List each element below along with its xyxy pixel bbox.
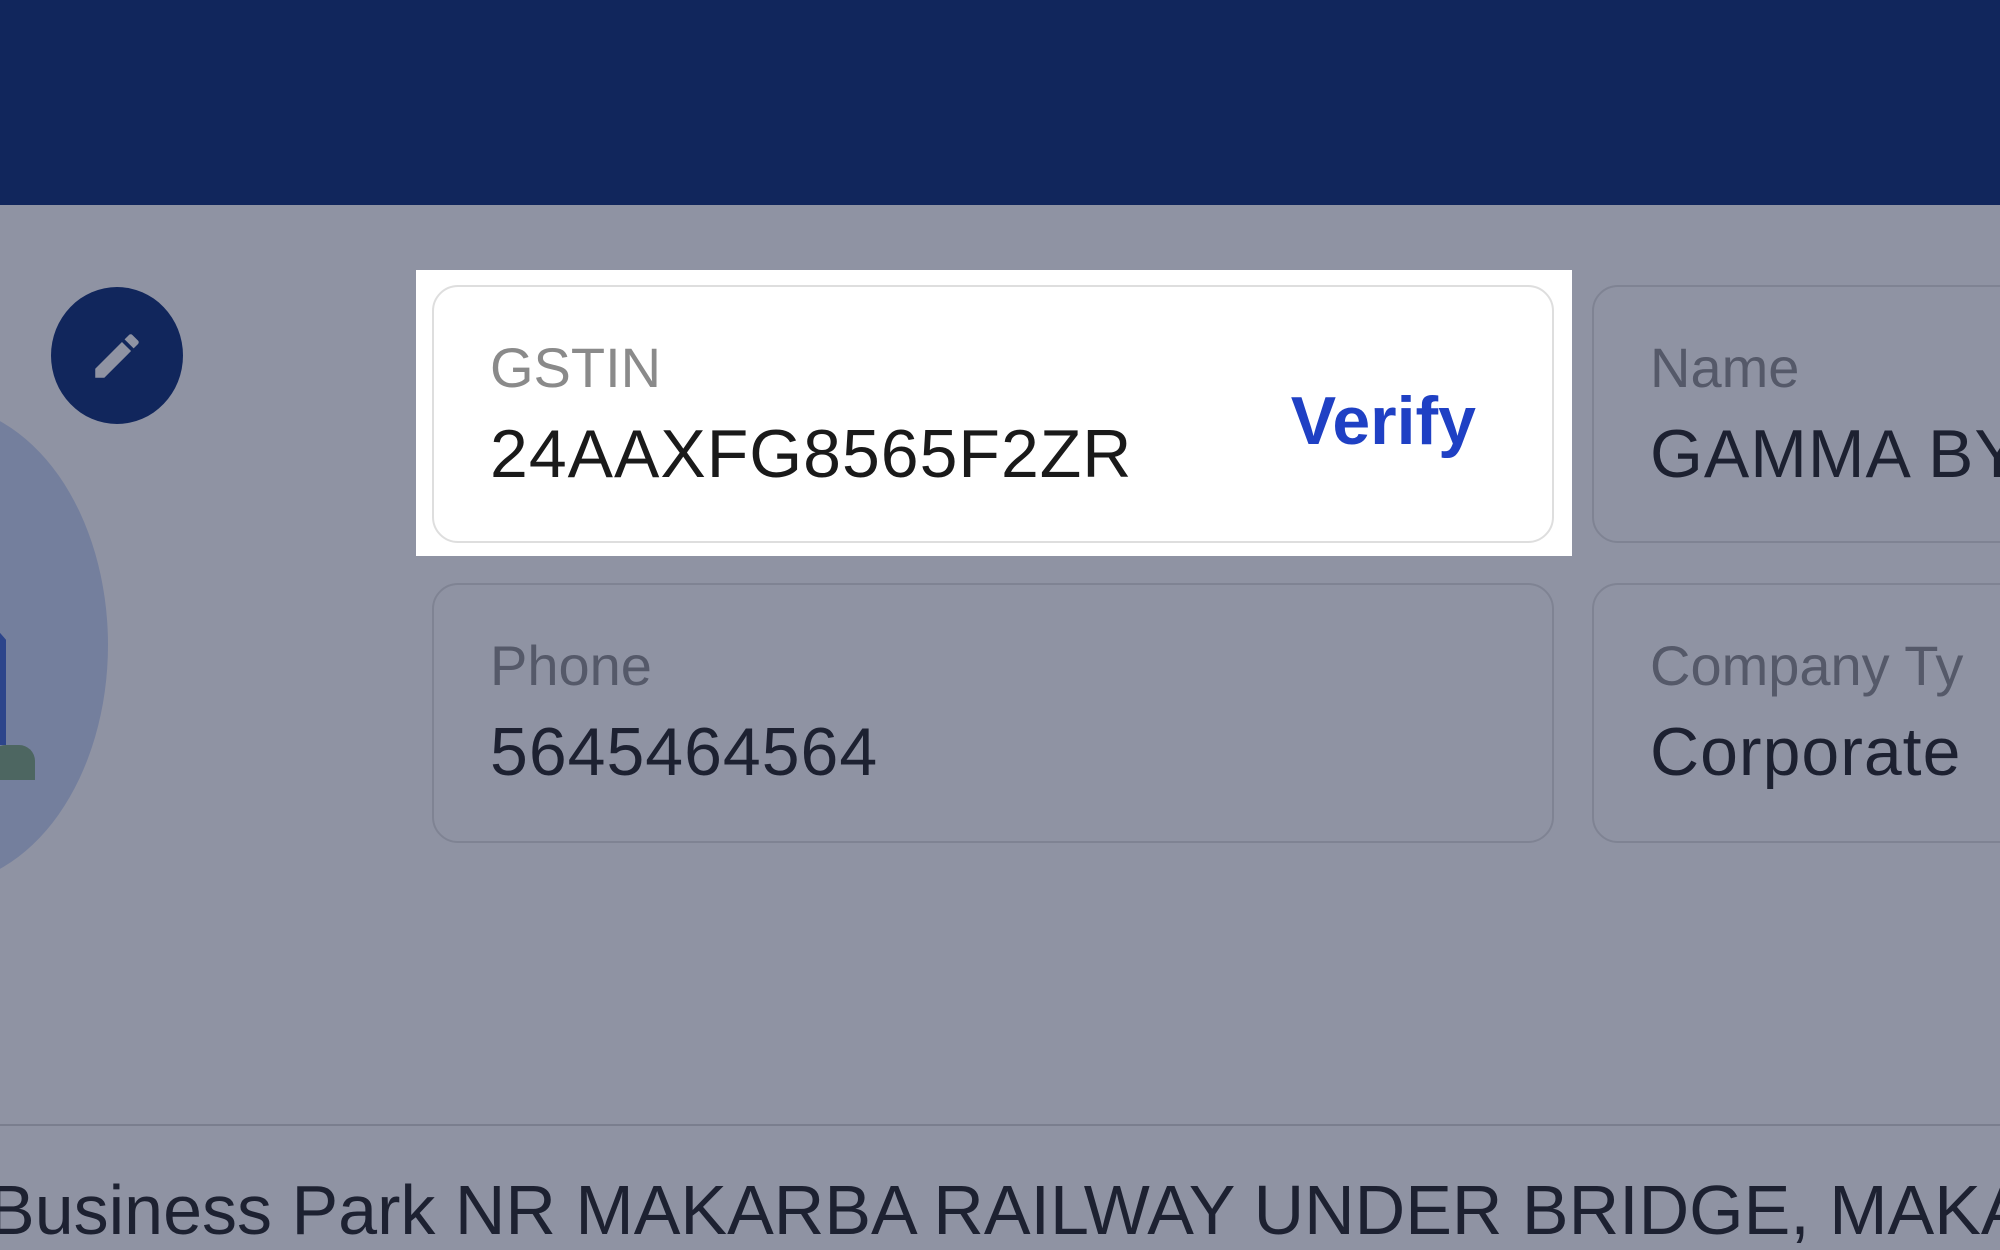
edit-avatar-button[interactable] (51, 287, 183, 424)
shrub-illustration (0, 745, 35, 780)
phone-label: Phone (490, 634, 652, 697)
section-divider (0, 1124, 2000, 1126)
name-value: GAMMA BY (1650, 416, 2000, 492)
name-field[interactable]: Name GAMMA BY (1592, 285, 2000, 543)
pencil-icon (95, 333, 139, 378)
company-type-value: Corporate (1650, 714, 1962, 790)
name-label: Name (1650, 336, 1800, 399)
address-text: Business Park NR MAKARBA RAILWAY UNDER B… (0, 1171, 2000, 1249)
phone-field[interactable]: Phone 5645464564 (432, 583, 1554, 843)
company-type-label: Company Ty (1650, 634, 1964, 697)
company-profile-page: Name GAMMA BY Phone 5645464564 Company T… (0, 0, 2000, 1250)
phone-value: 5645464564 (490, 714, 879, 790)
company-type-field[interactable]: Company Ty Corporate (1592, 583, 2000, 843)
header-bar (0, 0, 2000, 205)
